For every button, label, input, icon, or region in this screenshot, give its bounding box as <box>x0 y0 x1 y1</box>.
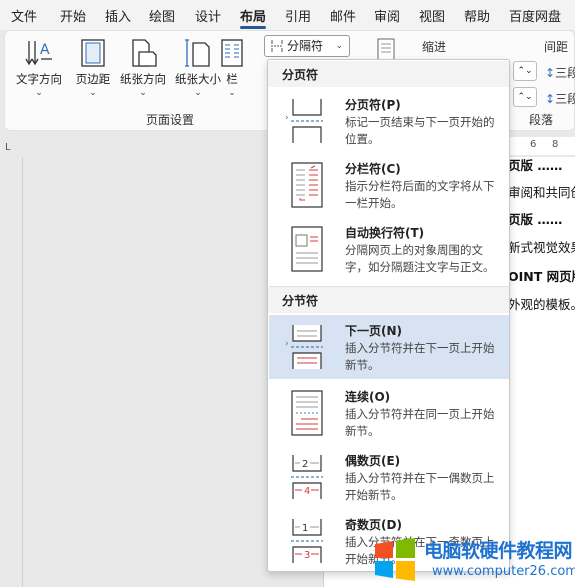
continuous-section-item[interactable]: 连续(O) 插入分节符并在同一页上开始新节。 <box>269 381 509 445</box>
document-line: 新式视觉效果 <box>508 240 575 255</box>
even-page-section-description: 插入分节符并在下一偶数页上开始新节。 <box>345 471 495 502</box>
page-break-item[interactable]: › 分页符(P) 标记一页结束与下一页开始的位置。 <box>269 89 509 153</box>
continuous-section-icon <box>291 390 323 436</box>
indent-label: 缩进 <box>422 40 447 54</box>
document-line: 审阅和共同创 <box>508 185 575 200</box>
continuous-section-description: 插入分节符并在同一页上开始新节。 <box>345 407 495 438</box>
odd-page-section-icon: 1 3 <box>291 519 323 563</box>
next-page-section-title: 下一页(N) <box>345 324 403 338</box>
spacing-label: 间距 <box>544 40 569 54</box>
tab-selector[interactable]: L <box>5 142 11 153</box>
text-wrapping-break-title: 自动换行符(T) <box>345 226 425 240</box>
text-wrapping-break-item[interactable]: 自动换行符(T) 分隔网页上的对象周围的文字，如分隔题注文字与正文。 <box>269 217 509 281</box>
document-line: 页版 …… <box>508 212 563 227</box>
watermark-url: www.computer26.com <box>432 564 575 579</box>
svg-text:3: 3 <box>304 550 310 561</box>
site-watermark: 电脑软硬件教程网 www.computer26.com <box>372 532 575 587</box>
breaks-icon <box>271 40 283 52</box>
tab-layout[interactable]: 布局 <box>240 6 266 25</box>
ruler-number: 8 <box>552 139 559 150</box>
windows-logo-icon <box>375 538 415 581</box>
page-breaks-header: 分页符 <box>268 61 509 87</box>
continuous-section-title: 连续(O) <box>345 390 391 404</box>
margins-button[interactable]: 页边距 ⌄ <box>65 37 121 98</box>
chevron-down-icon: ⌄ <box>228 88 236 98</box>
breaks-button-label: 分隔符 <box>287 39 324 53</box>
svg-text:1: 1 <box>302 523 308 534</box>
paragraph-group-label: 段落 <box>529 113 554 127</box>
column-break-description: 指示分栏符后面的文字将从下一栏开始。 <box>345 179 495 210</box>
next-page-section-item[interactable]: › 下一页(N) 插入分节符并在下一页上开始新节。 <box>269 315 509 379</box>
page-break-icon <box>291 99 323 143</box>
indent-right-spinner[interactable]: ⌃⌄ <box>513 87 537 107</box>
text-wrapping-break-icon <box>291 226 323 272</box>
orientation-label: 纸张方向 <box>120 72 166 86</box>
section-breaks-header: 分节符 <box>268 287 509 313</box>
paper-size-icon <box>185 39 210 67</box>
orientation-button[interactable]: 纸张方向 ⌄ <box>115 37 171 98</box>
tab-mailings[interactable]: 邮件 <box>330 6 356 25</box>
tab-baidu-netdisk[interactable]: 百度网盘 <box>509 6 561 25</box>
odd-page-section-title: 奇数页(D) <box>345 518 402 532</box>
spacing-after-unit: 段 <box>567 92 575 106</box>
text-direction-label: 文字方向 <box>16 72 62 86</box>
margins-label: 页边距 <box>75 72 111 86</box>
column-break-title: 分栏符(C) <box>345 162 401 176</box>
spacing-after-field[interactable]: ↕三段 <box>545 90 575 107</box>
columns-icon <box>221 39 243 67</box>
columns-label: 栏 <box>226 72 238 86</box>
tab-design[interactable]: 设计 <box>195 6 221 25</box>
chevron-down-icon: ⌄ <box>89 88 97 98</box>
tab-insert[interactable]: 插入 <box>105 6 131 25</box>
even-page-section-title: 偶数页(E) <box>345 454 401 468</box>
spacing-before-field[interactable]: ↕三段 <box>545 64 575 81</box>
page-break-description: 标记一页结束与下一页开始的位置。 <box>345 115 495 146</box>
ruler-number: 6 <box>530 139 537 150</box>
page-setup-group-label: 页面设置 <box>146 113 195 127</box>
text-wrapping-break-description: 分隔网页上的对象周围的文字，如分隔题注文字与正文。 <box>345 243 495 274</box>
svg-text:2: 2 <box>302 459 308 470</box>
svg-text:A: A <box>40 42 50 58</box>
margins-icon <box>81 39 105 67</box>
next-page-section-icon <box>291 325 323 369</box>
page-break-title: 分页符(P) <box>345 98 401 112</box>
even-page-section-icon: 2 4 <box>291 455 323 499</box>
columns-button[interactable]: 栏 ⌄ <box>217 37 247 98</box>
watermark-title: 电脑软硬件教程网 <box>424 540 573 562</box>
tab-file[interactable]: 文件 <box>11 6 37 25</box>
next-page-section-description: 插入分节符并在下一页上开始新节。 <box>345 341 495 372</box>
chevron-down-icon: ⌄ <box>139 88 147 98</box>
spacing-before-unit: 段 <box>567 66 575 80</box>
document-line: 外观的模板。 <box>508 297 575 312</box>
tab-home[interactable]: 开始 <box>60 6 86 25</box>
column-break-item[interactable]: 分栏符(C) 指示分栏符后面的文字将从下一栏开始。 <box>269 153 509 217</box>
column-break-icon <box>291 162 323 208</box>
active-tab-indicator <box>240 26 266 29</box>
even-page-section-item[interactable]: 2 4 偶数页(E) 插入分节符并在下一偶数页上开始新节。 <box>269 445 509 509</box>
indent-left-spinner[interactable]: ⌃⌄ <box>513 61 537 81</box>
breaks-button[interactable]: 分隔符 ⌄ <box>264 35 350 57</box>
ruler-white-area <box>508 137 575 155</box>
document-line: 页版 …… <box>508 158 563 173</box>
tab-review[interactable]: 审阅 <box>374 6 400 25</box>
tab-help[interactable]: 帮助 <box>464 6 490 25</box>
svg-text:4: 4 <box>304 486 310 497</box>
ribbon-tab-bar: 文件 开始 插入 绘图 设计 布局 引用 邮件 审阅 视图 帮助 百度网盘 <box>0 0 575 30</box>
orientation-icon <box>132 39 157 67</box>
text-direction-button[interactable]: A 文字方向 ⌄ <box>11 37 67 98</box>
tab-references[interactable]: 引用 <box>285 6 311 25</box>
document-line: OINT 网页版 <box>508 269 575 284</box>
tab-draw[interactable]: 绘图 <box>149 6 175 25</box>
text-direction-icon: A <box>25 41 52 66</box>
tab-view[interactable]: 视图 <box>419 6 445 25</box>
chevron-down-icon: ⌄ <box>35 88 43 98</box>
vertical-ruler-edge <box>22 157 23 587</box>
breaks-dropdown-menu: 分页符 › 分页符(P) 标记一页结束与下一页开始的位置。 分栏符(C) 指示分… <box>267 59 510 572</box>
chevron-down-icon: ⌄ <box>335 41 343 51</box>
